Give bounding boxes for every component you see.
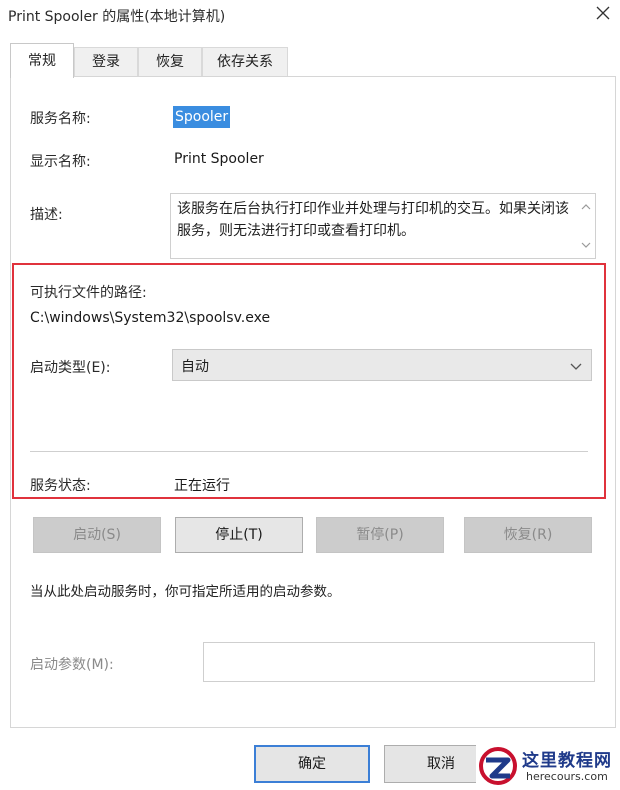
description-scrollbar[interactable]: [577, 194, 595, 258]
start-button[interactable]: 启动(S): [33, 517, 161, 553]
tab-general[interactable]: 常规: [10, 43, 74, 78]
startup-type-label: 启动类型(E):: [30, 360, 111, 376]
description-text: 该服务在后台执行打印作业并处理与打印机的交互。如果关闭该服务，则无法进行打印或查…: [177, 201, 569, 239]
watermark-subtitle: herecours.com: [526, 770, 608, 783]
watermark: 这里教程网 herecours.com: [476, 744, 620, 790]
display-name-value[interactable]: Print Spooler: [174, 151, 264, 167]
ok-button[interactable]: 确定: [254, 745, 370, 783]
service-name-value[interactable]: Spooler: [173, 106, 231, 128]
watermark-title: 这里教程网: [522, 751, 612, 771]
tab-logon[interactable]: 登录: [74, 47, 138, 76]
pause-button[interactable]: 暂停(P): [316, 517, 444, 553]
scroll-up-icon[interactable]: [580, 202, 592, 212]
display-name-label: 显示名称:: [30, 154, 91, 170]
exe-path-value[interactable]: C:\windows\System32\spoolsv.exe: [30, 310, 270, 326]
service-status-label: 服务状态:: [30, 478, 91, 494]
stop-button[interactable]: 停止(T): [175, 517, 303, 553]
scroll-down-icon[interactable]: [580, 240, 592, 250]
start-params-hint: 当从此处启动服务时，你可指定所适用的启动参数。: [30, 584, 341, 600]
service-status-value: 正在运行: [174, 478, 230, 494]
watermark-logo-icon: [478, 746, 518, 786]
start-params-label: 启动参数(M):: [30, 657, 114, 673]
start-params-input[interactable]: [203, 642, 595, 682]
description-label: 描述:: [30, 207, 63, 223]
description-textbox[interactable]: 该服务在后台执行打印作业并处理与打印机的交互。如果关闭该服务，则无法进行打印或查…: [170, 193, 596, 259]
service-name-label: 服务名称:: [30, 111, 91, 127]
title-bar: Print Spooler 的属性(本地计算机): [0, 0, 620, 32]
window-title: Print Spooler 的属性(本地计算机): [8, 9, 226, 25]
startup-type-select[interactable]: 自动: [172, 349, 592, 381]
startup-type-value: 自动: [181, 359, 209, 375]
close-icon: [596, 6, 610, 20]
tab-dependencies[interactable]: 依存关系: [202, 47, 288, 76]
tab-recovery[interactable]: 恢复: [138, 47, 202, 76]
exe-path-label: 可执行文件的路径:: [30, 285, 147, 301]
close-button[interactable]: [592, 2, 614, 24]
resume-button[interactable]: 恢复(R): [464, 517, 592, 553]
chevron-down-icon: [569, 360, 583, 372]
divider: [30, 451, 588, 452]
